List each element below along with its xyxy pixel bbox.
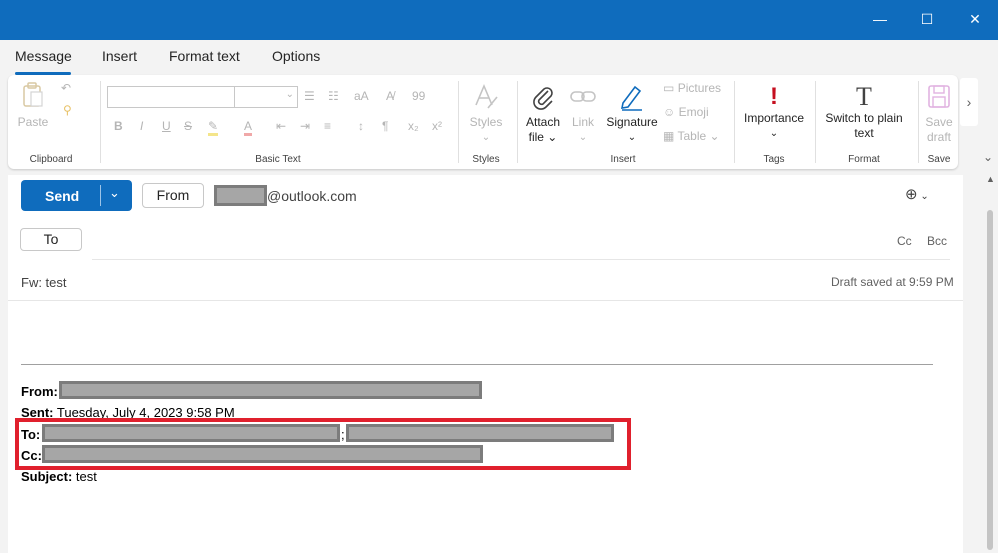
- zoom-icon[interactable]: ⊕ ⌄: [905, 185, 929, 203]
- superscript-button[interactable]: x²: [432, 119, 442, 133]
- undo-icon[interactable]: ↶: [61, 81, 71, 95]
- bold-button[interactable]: B: [114, 119, 123, 133]
- format-painter-icon[interactable]: ⚲: [63, 103, 72, 117]
- send-button[interactable]: Send ⌄: [21, 180, 132, 211]
- tab-format-text[interactable]: Format text: [169, 48, 240, 64]
- close-icon: ✕: [969, 11, 981, 27]
- from-address-redacted: [214, 185, 267, 206]
- styles-button[interactable]: Styles ⌄: [466, 83, 506, 145]
- subscript-button[interactable]: x₂: [408, 119, 419, 133]
- to-field[interactable]: [92, 228, 882, 251]
- save-draft-button[interactable]: Save draft: [922, 83, 956, 145]
- signature-button[interactable]: Signature ⌄: [602, 83, 662, 145]
- tab-message[interactable]: Message: [15, 48, 72, 64]
- decrease-indent-icon[interactable]: ⇤: [276, 119, 286, 133]
- clipboard-group-label: Clipboard: [29, 154, 73, 165]
- pictures-button[interactable]: ▭ Pictures: [663, 81, 721, 95]
- paragraph-icon[interactable]: ¶: [382, 119, 388, 133]
- scroll-up-icon[interactable]: ▲: [986, 174, 995, 184]
- quote-icon[interactable]: 99: [412, 89, 425, 103]
- bullets-icon[interactable]: ☰: [304, 89, 315, 103]
- ribbon-collapse-button[interactable]: ⌄: [983, 150, 993, 164]
- from-button[interactable]: From: [142, 183, 204, 208]
- strikethrough-button[interactable]: S: [184, 119, 192, 133]
- minimize-icon: —: [873, 11, 887, 27]
- clipboard-icon: [23, 82, 43, 107]
- chevron-down-icon: ⌄: [983, 150, 994, 164]
- insert-group-label: Insert: [610, 154, 636, 165]
- increase-indent-icon[interactable]: ⇥: [300, 119, 310, 133]
- font-color-icon[interactable]: A: [244, 119, 253, 136]
- ribbon-scroll-right[interactable]: ›: [960, 78, 978, 126]
- close-button[interactable]: ✕: [962, 8, 988, 30]
- forwarded-subject-row: Subject: test: [21, 469, 97, 484]
- forwarded-from-redacted: [59, 381, 482, 399]
- minimize-button[interactable]: —: [867, 8, 893, 30]
- underline-button[interactable]: U: [162, 119, 171, 133]
- to-button[interactable]: To: [20, 228, 82, 251]
- emoji-icon: ☺: [663, 105, 676, 119]
- numbering-icon[interactable]: ☷: [328, 89, 339, 103]
- forwarded-from-row: From:: [21, 384, 58, 399]
- styles-group-label: Styles: [472, 154, 500, 165]
- ribbon: Paste ↶ ⚲ Clipboard ⌄ ☰ ☷ aA A̸ 99 B I U…: [8, 75, 958, 169]
- text-icon: T: [856, 82, 872, 111]
- link-icon: [570, 91, 596, 102]
- highlight-box: [15, 418, 631, 470]
- maximize-icon: ☐: [920, 11, 934, 27]
- forward-separator: [21, 364, 933, 365]
- table-icon: ▦: [663, 129, 675, 143]
- font-size-toggle[interactable]: aA: [354, 89, 369, 103]
- picture-icon: ▭: [663, 81, 675, 95]
- chevron-right-icon: ›: [966, 94, 972, 110]
- chevron-down-icon: ⌄: [285, 89, 294, 100]
- scrollbar-thumb[interactable]: [987, 210, 993, 550]
- link-button[interactable]: Link ⌄: [566, 83, 600, 145]
- title-bar: — ☐ ✕: [0, 0, 998, 40]
- highlight-icon[interactable]: ✎: [208, 119, 219, 136]
- subject-field[interactable]: Fw: test: [21, 275, 67, 290]
- table-button[interactable]: ▦ Table ⌄: [663, 129, 720, 143]
- send-options-chevron-icon[interactable]: ⌄: [109, 185, 120, 201]
- save-icon: [928, 85, 950, 108]
- font-size-combo[interactable]: ⌄: [234, 86, 298, 108]
- attach-file-button[interactable]: Attach file ⌄: [523, 83, 563, 145]
- maximize-button[interactable]: ☐: [914, 8, 940, 30]
- exclamation-icon: !: [770, 83, 778, 110]
- save-group-label: Save: [927, 154, 951, 165]
- spacing-icon[interactable]: ↕: [358, 119, 364, 133]
- tab-options[interactable]: Options: [272, 48, 320, 64]
- ribbon-tabs: Message Insert Format text Options: [0, 40, 998, 75]
- switch-to-plain-text-button[interactable]: T Switch to plain text: [820, 83, 908, 141]
- emoji-button[interactable]: ☺ Emoji: [663, 105, 709, 119]
- bcc-toggle[interactable]: Bcc: [927, 234, 947, 248]
- clear-format-icon[interactable]: A̸: [386, 89, 394, 103]
- tags-group-label: Tags: [763, 154, 785, 165]
- cc-toggle[interactable]: Cc: [897, 234, 912, 248]
- format-group-label: Format: [848, 154, 880, 165]
- tab-insert[interactable]: Insert: [102, 48, 137, 64]
- from-address-domain: @outlook.com: [267, 188, 357, 204]
- basic-text-group-label: Basic Text: [255, 154, 301, 165]
- paste-button[interactable]: Paste: [16, 81, 50, 130]
- draft-status: Draft saved at 9:59 PM: [831, 275, 954, 289]
- styles-icon: [475, 83, 498, 109]
- italic-button[interactable]: I: [140, 119, 143, 133]
- signature-icon: [620, 85, 642, 111]
- align-icon[interactable]: ≡: [324, 119, 331, 133]
- vertical-scrollbar[interactable]: ▲: [984, 172, 996, 553]
- importance-button[interactable]: ! Importance ⌄: [741, 83, 807, 141]
- font-name-combo[interactable]: [107, 86, 235, 108]
- paperclip-icon: [533, 87, 553, 110]
